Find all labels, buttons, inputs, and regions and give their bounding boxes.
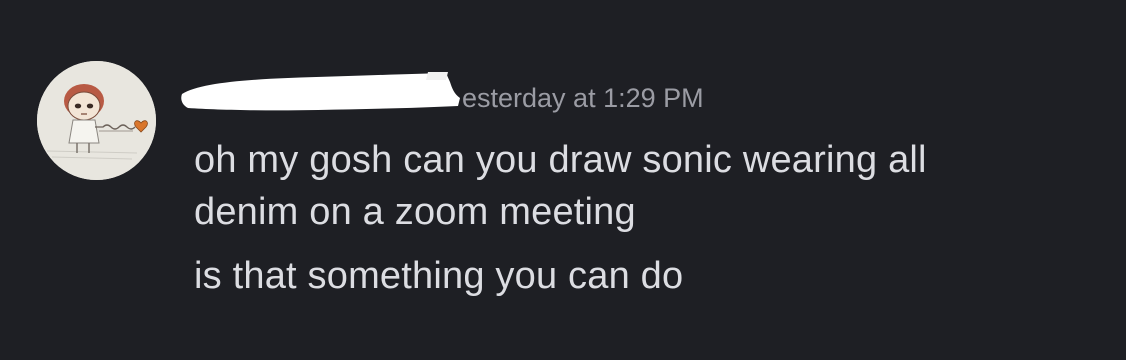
message-timestamp: esterday at 1:29 PM bbox=[462, 83, 704, 113]
message-line: oh my gosh can you draw sonic wearing al… bbox=[194, 139, 927, 181]
follow-up-message: is that something you can do bbox=[194, 255, 684, 297]
redacted-username bbox=[181, 72, 460, 111]
chat-message: esterday at 1:29 PM oh my gosh can you d… bbox=[0, 0, 1126, 360]
user-avatar[interactable] bbox=[37, 61, 156, 180]
avatar-drawing-icon bbox=[37, 61, 156, 180]
message-content: oh my gosh can you draw sonic wearing al… bbox=[194, 134, 1094, 302]
message-line: denim on a zoom meeting bbox=[194, 191, 636, 233]
